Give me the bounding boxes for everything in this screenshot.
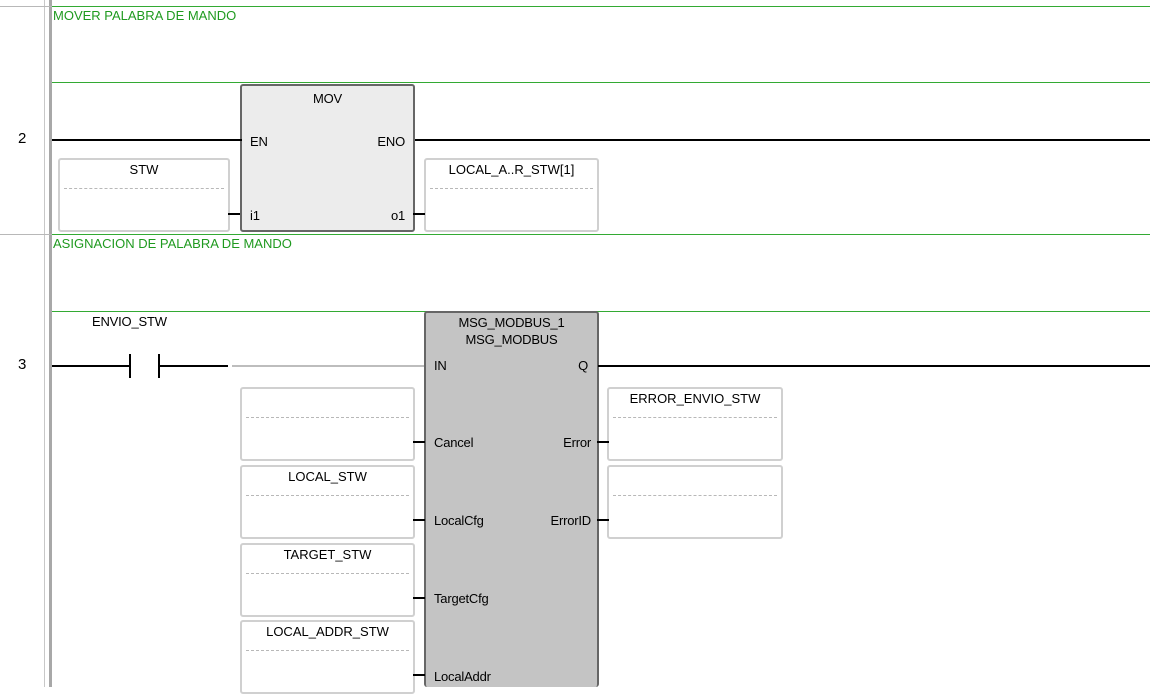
contact-left-bar[interactable] — [129, 354, 131, 378]
divider — [246, 495, 409, 496]
rung-comment-box[interactable]: ASIGNACION DE PALABRA DE MANDO — [52, 234, 1150, 312]
contact-label: ENVIO_STW — [92, 314, 167, 329]
pin-connector — [597, 441, 609, 443]
variable-name: ERROR_ENVIO_STW — [629, 391, 761, 406]
pin-connector — [228, 213, 240, 215]
input-variable-targetcfg[interactable]: TARGET_STW — [240, 543, 415, 617]
power-line — [414, 139, 1150, 141]
block-instance-name: MSG_MODBUS_1 — [458, 315, 565, 330]
pin-label-in: IN — [434, 358, 447, 373]
input-variable-localcfg[interactable]: LOCAL_STW — [240, 465, 415, 539]
output-variable-errorid[interactable] — [607, 465, 783, 539]
divider — [613, 417, 777, 418]
input-variable-localaddr[interactable]: LOCAL_ADDR_STW — [240, 620, 415, 694]
pin-label-targetcfg: TargetCfg — [434, 591, 489, 606]
gutter-divider — [44, 0, 45, 687]
pin-connector — [413, 213, 425, 215]
pin-connector — [597, 519, 609, 521]
pin-label-errorid: ErrorID — [550, 513, 592, 528]
block-name: MOV — [312, 91, 342, 106]
variable-name: LOCAL_STW — [288, 469, 367, 484]
pin-label-i1: i1 — [250, 208, 260, 223]
output-variable-error[interactable]: ERROR_ENVIO_STW — [607, 387, 783, 461]
variable-name: LOCAL_A..R_STW[1] — [448, 162, 575, 177]
pin-label-localaddr: LocalAddr — [434, 669, 491, 684]
divider — [613, 495, 777, 496]
variable-name: LOCAL_ADDR_STW — [266, 624, 389, 639]
input-variable-cancel[interactable] — [240, 387, 415, 461]
divider — [430, 188, 593, 189]
pin-label-error: Error — [563, 435, 591, 450]
variable-name: STW — [129, 162, 159, 177]
power-line — [52, 365, 129, 367]
rung-number: 3 — [18, 356, 27, 373]
pin-connector — [413, 519, 425, 521]
left-power-rail — [49, 0, 52, 687]
power-line — [160, 365, 228, 367]
pin-label-eno: ENO — [377, 134, 405, 149]
divider — [246, 573, 409, 574]
pin-label-o1: o1 — [390, 208, 405, 223]
divider — [246, 650, 409, 651]
pin-connector — [413, 674, 425, 676]
rung-comment-box[interactable]: MOVER PALABRA DE MANDO — [52, 6, 1150, 83]
power-line — [598, 365, 1150, 367]
pin-connector-en — [236, 139, 242, 141]
rung-comment: MOVER PALABRA DE MANDO — [53, 8, 237, 23]
pin-label-localcfg: LocalCfg — [434, 513, 484, 528]
variable-name: TARGET_STW — [283, 547, 372, 562]
pin-connector — [413, 441, 425, 443]
function-block-mov[interactable]: MOV EN ENO i1 o1 — [240, 84, 415, 232]
divider — [64, 188, 224, 189]
power-line — [52, 139, 242, 141]
pin-label-cancel: Cancel — [434, 435, 474, 450]
function-block-msg-modbus[interactable]: MSG_MODBUS_1 MSG_MODBUS IN Q Cancel Erro… — [424, 311, 599, 687]
pin-label-en: EN — [250, 134, 268, 149]
power-line-inactive — [232, 365, 426, 367]
rung-gutter — [0, 0, 45, 687]
pin-connector — [413, 597, 425, 599]
rung-number: 2 — [18, 130, 27, 147]
output-variable[interactable]: LOCAL_A..R_STW[1] — [424, 158, 599, 232]
input-variable-stw[interactable]: STW — [58, 158, 230, 232]
rung-comment: ASIGNACION DE PALABRA DE MANDO — [53, 236, 292, 251]
pin-label-q: Q — [578, 358, 588, 373]
block-type-name: MSG_MODBUS — [465, 332, 558, 347]
divider — [246, 417, 409, 418]
